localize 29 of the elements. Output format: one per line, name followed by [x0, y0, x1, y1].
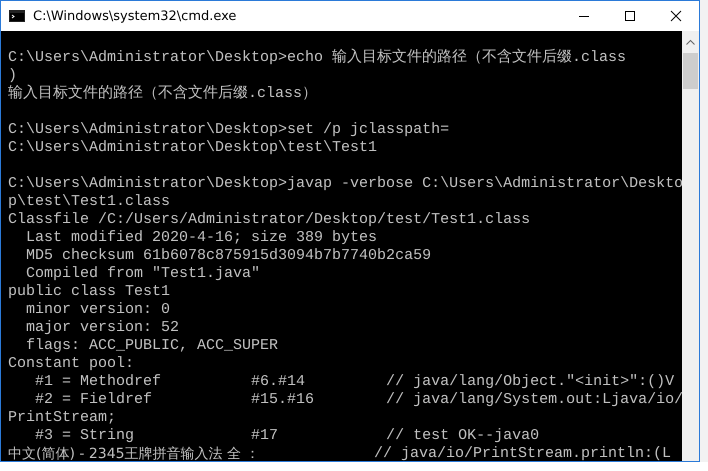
input-method-status: 中文(简体) - 2345王牌拼音输入法 全 ：: [8, 445, 260, 461]
console-line: minor version: 0: [25, 301, 172, 319]
console-line: major version: 52: [25, 319, 180, 337]
console-line: Last modified 2020-4-16; size 389 bytes: [25, 229, 378, 247]
console-line: // java/io/PrintStream.println:(L: [374, 445, 672, 461]
scroll-up-icon[interactable]: [686, 39, 695, 45]
console-line: #1 = Methodref #6.#14 // java/lang/Object."<init>":()V: [34, 373, 676, 391]
console-line: p\test\Test1.class: [8, 193, 172, 211]
console-line: C:\Users\Administrator\Desktop>echo 输入目标文件的路径（不含文件后缀.class: [8, 49, 628, 67]
maximize-icon: [624, 10, 636, 22]
console-icon: [9, 10, 25, 22]
console-line: Compiled from "Test1.java": [25, 265, 262, 283]
console-line: 输入目标文件的路径（不含文件后缀.class）: [8, 85, 318, 103]
close-icon: [670, 10, 682, 22]
console-line: C:\Users\Administrator\Desktop>set /p jclasspath=: [8, 121, 450, 139]
console-line: MD5 checksum 61b6078c875915d3094b7b7740b2ca59: [25, 247, 432, 265]
window-title: C:\Windows\system32\cmd.exe: [33, 8, 238, 24]
console-line: Classfile /C:/Users/Administrator/Desktop/test/Test1.class: [8, 211, 532, 229]
console-line: flags: ACC_PUBLIC, ACC_SUPER: [25, 337, 280, 355]
console-line: PrintStream;: [8, 409, 118, 427]
console-line: #3 = String #17 // test OK--java0: [34, 427, 540, 445]
console-line: ): [8, 67, 18, 85]
scrollbar[interactable]: [682, 31, 699, 461]
scroll-thumb[interactable]: [683, 53, 698, 89]
console-line: public class Test1: [8, 283, 172, 301]
console-line: Constant pool:: [8, 355, 136, 373]
console-line: #2 = Fieldref #15.#16 // java/lang/System.out:Ljava/io/: [34, 391, 682, 409]
console-line: C:\Users\Administrator\Desktop\test\Test1: [8, 139, 378, 157]
console-line: C:\Users\Administrator\Desktop>javap -verbose C:\Users\Administrator\Deskto: [8, 175, 682, 193]
